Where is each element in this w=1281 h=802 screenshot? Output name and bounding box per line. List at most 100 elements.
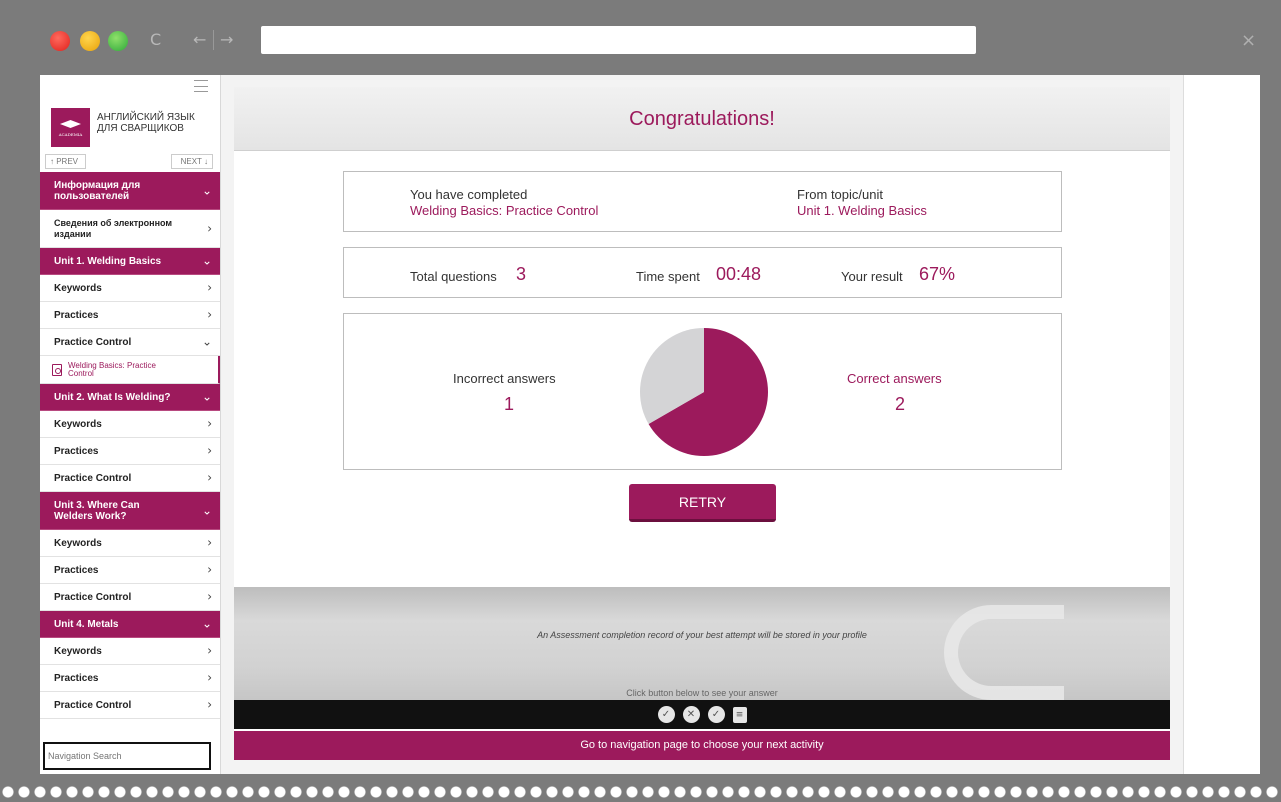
- sidebar-item-active-activity[interactable]: Welding Basics: Practice Control: [40, 356, 220, 384]
- academia-logo: ACADEMIA: [51, 108, 90, 147]
- chevron-down-icon: ⌄: [201, 389, 212, 404]
- activity-icon: [52, 363, 62, 376]
- incorrect-answers-label: Incorrect answers: [453, 371, 556, 386]
- sidebar-section-user-info[interactable]: Информация для пользователей ⌄: [40, 172, 220, 210]
- address-bar[interactable]: [261, 26, 976, 54]
- time-spent-value: 00:48: [716, 264, 762, 284]
- chevron-right-icon: ›: [207, 221, 212, 235]
- topic-label: From topic/unit: [797, 187, 883, 202]
- answers-pie-chart: [640, 328, 768, 456]
- close-window-dot[interactable]: [50, 31, 70, 51]
- sidebar-item-keywords[interactable]: Keywords ›: [40, 275, 220, 302]
- maximize-window-dot[interactable]: [108, 31, 128, 51]
- sidebar-item-practice-control[interactable]: Practice Control ›: [40, 465, 220, 492]
- retry-button[interactable]: RETRY: [629, 484, 776, 522]
- check-icon[interactable]: ✓: [707, 706, 725, 723]
- back-arrow-icon[interactable]: ←: [193, 30, 206, 50]
- results-header: Congratulations!: [234, 87, 1170, 151]
- sidebar-item-label: Unit 3. Where Can Welders Work?: [54, 499, 140, 522]
- sidebar-item-practice-control[interactable]: Practice Control ›: [40, 584, 220, 611]
- completed-activity-link[interactable]: Welding Basics: Practice Control: [410, 203, 598, 218]
- close-icon[interactable]: ×: [1241, 30, 1256, 51]
- sidebar-item-label: Unit 1. Welding Basics: [54, 255, 162, 267]
- sidebar-item-label: Practices: [54, 672, 99, 684]
- prev-button[interactable]: ↑ PREV: [45, 154, 86, 169]
- right-panel: [1183, 75, 1260, 774]
- total-questions-value: 3: [516, 264, 527, 284]
- chevron-down-icon: ⌄: [201, 616, 212, 631]
- stats-box: Total questions 3 Time spent 00:48 Your …: [343, 247, 1062, 298]
- sidebar-item-edition-info[interactable]: Сведения об электронном издании ›: [40, 210, 220, 248]
- browser-chrome: C ← → ×: [0, 0, 1281, 75]
- sheet-icon[interactable]: ≡: [732, 706, 747, 723]
- results-panel: Congratulations! You have completed Weld…: [234, 87, 1170, 760]
- sidebar-item-keywords[interactable]: Keywords ›: [40, 411, 220, 438]
- chevron-right-icon: ›: [207, 589, 212, 604]
- next-button[interactable]: NEXT ↓: [171, 154, 213, 169]
- course-title-line1: АНГЛИЙСКИЙ ЯЗЫК: [97, 112, 195, 123]
- sidebar-item-label: Keywords: [54, 645, 102, 657]
- sidebar-item-practice-control[interactable]: Practice Control ›: [40, 692, 220, 719]
- assessment-note: An Assessment completion record of your …: [537, 630, 867, 640]
- chevron-right-icon: ›: [207, 443, 212, 458]
- sidebar-item-practices[interactable]: Practices ›: [40, 557, 220, 584]
- decorative-scallop-edge: [0, 782, 1281, 802]
- navigation-sidebar: ACADEMIA АНГЛИЙСКИЙ ЯЗЫК ДЛЯ СВАРЩИКОВ ↑…: [40, 75, 221, 774]
- sidebar-section-unit-1[interactable]: Unit 1. Welding Basics ⌄: [40, 248, 220, 275]
- sidebar-item-label: Информация для пользователей: [54, 179, 141, 202]
- sidebar-item-practice-control[interactable]: Practice Control ⌄: [40, 329, 220, 356]
- check-icon[interactable]: ✓: [657, 706, 675, 723]
- sidebar-item-label: Unit 2. What Is Welding?: [54, 391, 171, 403]
- footer-band: An Assessment completion record of your …: [234, 587, 1170, 700]
- decorative-swoosh: [944, 605, 1064, 700]
- sidebar-section-unit-3[interactable]: Unit 3. Where Can Welders Work? ⌄: [40, 492, 220, 530]
- hamburger-menu-icon[interactable]: [194, 80, 208, 92]
- chevron-right-icon: ›: [207, 670, 212, 685]
- sidebar-item-label: Welding Basics: Practice Control: [68, 360, 156, 378]
- chevron-down-icon: ⌄: [201, 253, 212, 268]
- incorrect-answers-value: 1: [504, 394, 515, 414]
- logo-text: ACADEMIA: [58, 132, 83, 137]
- chevron-right-icon: ›: [207, 697, 212, 712]
- sidebar-item-practices[interactable]: Practices ›: [40, 438, 220, 465]
- chevron-right-icon: ›: [207, 416, 212, 431]
- sidebar-item-practices[interactable]: Practices ›: [40, 665, 220, 692]
- chevron-right-icon: ›: [207, 643, 212, 658]
- sidebar-item-label: Practice Control: [54, 472, 132, 484]
- sidebar-item-label: Practice Control: [54, 336, 132, 348]
- graduation-cap-icon: [60, 120, 81, 128]
- course-title-line2: ДЛЯ СВАРЩИКОВ: [97, 123, 184, 134]
- sidebar-item-label: Keywords: [54, 418, 102, 430]
- answer-hint: Click button below to see your answer: [626, 688, 778, 698]
- sidebar-item-practices[interactable]: Practices ›: [40, 302, 220, 329]
- sidebar-menu: Информация для пользователей ⌄ Сведения …: [40, 172, 220, 719]
- completed-label: You have completed: [410, 187, 528, 202]
- sidebar-item-label: Unit 4. Metals: [54, 618, 119, 630]
- sidebar-item-label: Practices: [54, 445, 99, 457]
- topic-unit-link[interactable]: Unit 1. Welding Basics: [797, 203, 927, 218]
- sidebar-item-label: Keywords: [54, 282, 102, 294]
- cross-icon[interactable]: ✕: [682, 706, 700, 723]
- your-result-value: 67%: [919, 264, 956, 284]
- sidebar-item-keywords[interactable]: Keywords ›: [40, 530, 220, 557]
- forward-arrow-icon[interactable]: →: [213, 30, 233, 50]
- chevron-right-icon: ›: [207, 470, 212, 485]
- answers-chart-box: Incorrect answers 1 Correct answers 2: [343, 313, 1062, 470]
- chevron-right-icon: ›: [207, 535, 212, 550]
- chevron-down-icon: ⌄: [201, 503, 212, 517]
- chevron-down-icon: ⌄: [201, 183, 212, 197]
- sidebar-item-label: Practice Control: [54, 699, 132, 711]
- navigation-search-input[interactable]: [43, 742, 211, 770]
- correct-answers-value: 2: [895, 394, 906, 414]
- your-result-label: Your result: [841, 269, 903, 284]
- go-to-navigation-bar[interactable]: Go to navigation page to choose your nex…: [234, 731, 1170, 760]
- reload-icon[interactable]: C: [150, 30, 161, 50]
- sidebar-item-label: Keywords: [54, 537, 102, 549]
- sidebar-section-unit-4[interactable]: Unit 4. Metals ⌄: [40, 611, 220, 638]
- sidebar-item-label: Practices: [54, 309, 99, 321]
- minimize-window-dot[interactable]: [80, 31, 100, 51]
- correct-answers-label: Correct answers: [847, 371, 942, 386]
- chevron-down-icon: ⌄: [201, 334, 212, 349]
- sidebar-item-keywords[interactable]: Keywords ›: [40, 638, 220, 665]
- sidebar-section-unit-2[interactable]: Unit 2. What Is Welding? ⌄: [40, 384, 220, 411]
